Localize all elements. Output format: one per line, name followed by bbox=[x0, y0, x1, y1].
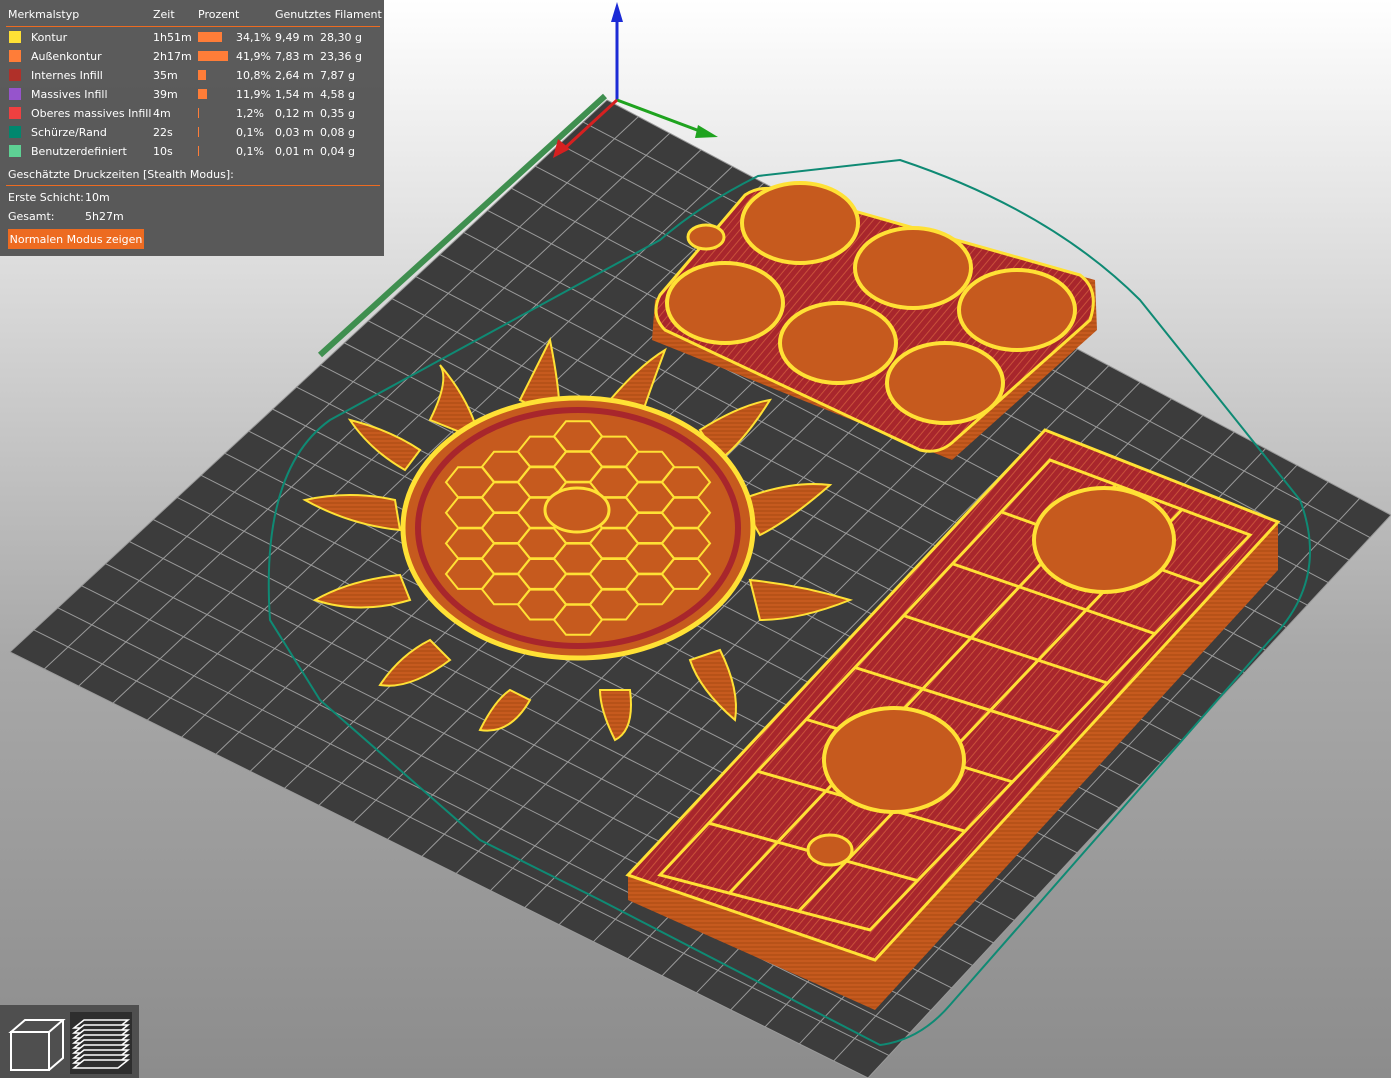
filament-length: 2,64 m bbox=[275, 69, 314, 82]
feature-percent: 10,8% bbox=[236, 69, 271, 82]
legend-row: Benutzerdefiniert 10s 0,1% 0,01 m 0,04 g bbox=[0, 142, 384, 161]
legend-row: Kontur 1h51m 34,1% 9,49 m 28,30 g bbox=[0, 28, 384, 47]
feature-name: Internes Infill bbox=[31, 69, 103, 82]
feature-name: Schürze/Rand bbox=[31, 126, 107, 139]
first-layer-label: Erste Schicht: bbox=[8, 191, 84, 204]
legend-row: Internes Infill 35m 10,8% 2,64 m 7,87 g bbox=[0, 66, 384, 85]
color-swatch bbox=[9, 107, 21, 119]
percent-bar bbox=[198, 32, 222, 42]
col-filament: Genutztes Filament bbox=[275, 8, 382, 21]
legend-divider bbox=[6, 185, 380, 186]
3d-view-icon bbox=[8, 1019, 66, 1071]
feature-time: 35m bbox=[153, 69, 178, 82]
feature-name: Massives Infill bbox=[31, 88, 108, 101]
filament-weight: 0,04 g bbox=[320, 145, 355, 158]
color-swatch bbox=[9, 126, 21, 138]
first-layer-value: 10m bbox=[85, 191, 110, 204]
filament-weight: 23,36 g bbox=[320, 50, 362, 63]
legend-row: Außenkontur 2h17m 41,9% 7,83 m 23,36 g bbox=[0, 47, 384, 66]
color-swatch bbox=[9, 69, 21, 81]
feature-time: 39m bbox=[153, 88, 178, 101]
percent-bar bbox=[198, 51, 228, 61]
filament-weight: 0,35 g bbox=[320, 107, 355, 120]
percent-bar bbox=[198, 146, 199, 156]
filament-weight: 0,08 g bbox=[320, 126, 355, 139]
color-swatch bbox=[9, 88, 21, 100]
filament-weight: 28,30 g bbox=[320, 31, 362, 44]
col-time: Zeit bbox=[153, 8, 175, 21]
legend-row: Massives Infill 39m 11,9% 1,54 m 4,58 g bbox=[0, 85, 384, 104]
feature-percent: 41,9% bbox=[236, 50, 271, 63]
color-swatch bbox=[9, 145, 21, 157]
percent-bar bbox=[198, 89, 207, 99]
filament-weight: 7,87 g bbox=[320, 69, 355, 82]
col-percent: Prozent bbox=[198, 8, 240, 21]
total-value: 5h27m bbox=[85, 210, 124, 223]
feature-percent: 0,1% bbox=[236, 145, 264, 158]
filament-length: 1,54 m bbox=[275, 88, 314, 101]
filament-length: 9,49 m bbox=[275, 31, 314, 44]
filament-length: 0,01 m bbox=[275, 145, 314, 158]
legend-row: Schürze/Rand 22s 0,1% 0,03 m 0,08 g bbox=[0, 123, 384, 142]
3d-view-button[interactable] bbox=[5, 1012, 67, 1074]
legend-divider bbox=[6, 26, 380, 27]
feature-name: Kontur bbox=[31, 31, 68, 44]
feature-time: 22s bbox=[153, 126, 173, 139]
filament-length: 7,83 m bbox=[275, 50, 314, 63]
col-feature-type: Merkmalstyp bbox=[8, 8, 80, 21]
legend-panel: Merkmalstyp Zeit Prozent Genutztes Filam… bbox=[0, 0, 384, 256]
feature-time: 1h51m bbox=[153, 31, 192, 44]
percent-bar bbox=[198, 127, 199, 137]
estimated-times-title: Geschätzte Druckzeiten [Stealth Modus]: bbox=[8, 168, 234, 181]
percent-bar bbox=[198, 70, 206, 80]
feature-time: 4m bbox=[153, 107, 171, 120]
filament-length: 0,03 m bbox=[275, 126, 314, 139]
feature-time: 2h17m bbox=[153, 50, 192, 63]
layer-sheet bbox=[71, 1059, 131, 1069]
layers-view-button[interactable] bbox=[70, 1012, 132, 1074]
percent-bar bbox=[198, 108, 199, 118]
legend-row: Oberes massives Infill 4m 1,2% 0,12 m 0,35 g bbox=[0, 104, 384, 123]
feature-percent: 0,1% bbox=[236, 126, 264, 139]
filament-weight: 4,58 g bbox=[320, 88, 355, 101]
feature-percent: 1,2% bbox=[236, 107, 264, 120]
feature-name: Benutzerdefiniert bbox=[31, 145, 127, 158]
color-swatch bbox=[9, 50, 21, 62]
feature-name: Außenkontur bbox=[31, 50, 102, 63]
total-label: Gesamt: bbox=[8, 210, 55, 223]
feature-percent: 34,1% bbox=[236, 31, 271, 44]
layers-view-icon bbox=[71, 1019, 131, 1069]
feature-name: Oberes massives Infill bbox=[31, 107, 152, 120]
feature-percent: 11,9% bbox=[236, 88, 271, 101]
show-normal-mode-button[interactable]: Normalen Modus zeigen bbox=[8, 229, 144, 249]
color-swatch bbox=[9, 31, 21, 43]
filament-length: 0,12 m bbox=[275, 107, 314, 120]
feature-time: 10s bbox=[153, 145, 173, 158]
view-toolbar bbox=[0, 1005, 139, 1078]
